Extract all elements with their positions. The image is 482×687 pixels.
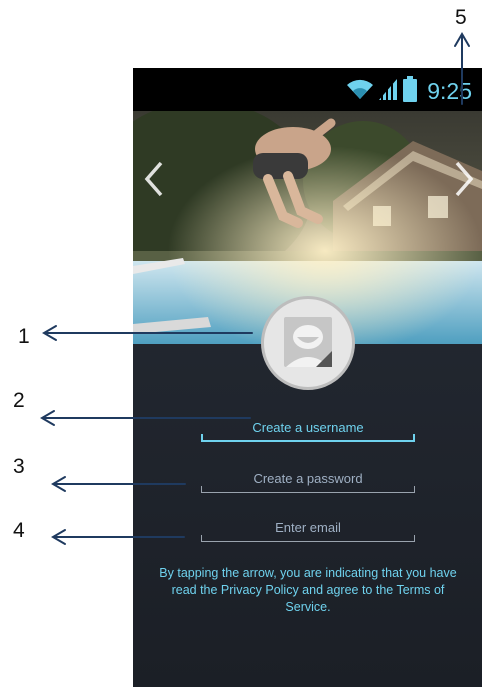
signal-icon: [379, 77, 399, 106]
callout-number-3: 3: [13, 455, 25, 478]
username-underline: [201, 434, 415, 442]
battery-icon: [403, 76, 418, 107]
wifi-icon: [345, 77, 375, 106]
password-underline: [201, 486, 415, 493]
callout-number-5: 5: [455, 6, 467, 29]
status-time: 9:25: [427, 78, 472, 104]
profile-picture-button[interactable]: [261, 296, 355, 390]
callout-number-1: 1: [18, 325, 30, 348]
avatar-placeholder-icon: [284, 317, 332, 367]
email-placeholder: Enter email: [275, 520, 341, 535]
status-icons: 9:25: [345, 76, 472, 107]
email-underline: [201, 535, 415, 542]
next-arrow-icon[interactable]: [451, 159, 477, 199]
username-placeholder: Create a username: [252, 420, 364, 435]
callout-number-4: 4: [13, 519, 25, 542]
email-field[interactable]: Enter email: [201, 520, 415, 542]
password-placeholder: Create a password: [253, 471, 363, 486]
password-field[interactable]: Create a password: [201, 471, 415, 493]
status-bar: 9:25: [133, 68, 482, 111]
terms-notice: By tapping the arrow, you are indicating…: [159, 566, 457, 614]
phone-screen: 9:25 Create a username Create a password…: [133, 68, 482, 687]
username-field[interactable]: Create a username: [201, 420, 415, 442]
previous-arrow-icon[interactable]: [141, 159, 167, 199]
callout-number-2: 2: [13, 389, 25, 412]
